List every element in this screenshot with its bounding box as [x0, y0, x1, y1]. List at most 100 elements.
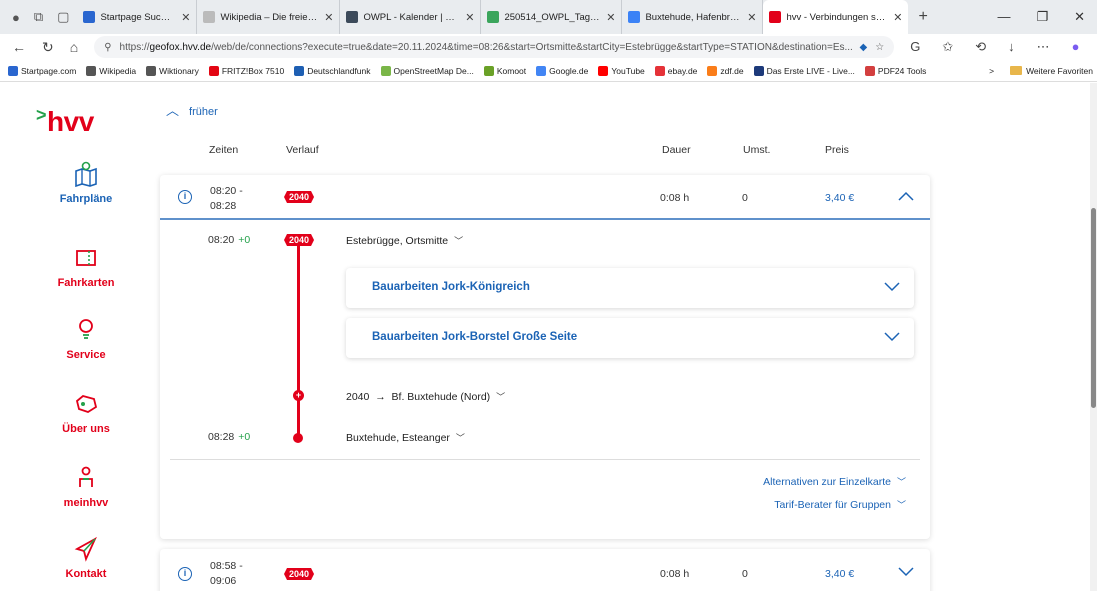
new-tab-button[interactable]: +	[908, 8, 937, 26]
close-tab-icon[interactable]: ✕	[893, 11, 902, 24]
downloads-icon[interactable]: ↓	[1008, 39, 1015, 55]
connection-price[interactable]: 3,40 €	[825, 192, 854, 204]
copilot-icon[interactable]: ●	[1072, 39, 1080, 55]
logo-chevron-icon: >	[36, 105, 47, 125]
info-icon[interactable]: i	[178, 190, 192, 204]
connection-times: 08:58 - 09:06	[210, 560, 243, 587]
expand-chevron-down-icon[interactable]	[898, 567, 914, 577]
bookmark-label: YouTube	[611, 65, 645, 76]
bookmark-item[interactable]: Wiktionary	[146, 65, 199, 76]
minimize-icon[interactable]: —	[997, 9, 1010, 25]
nav-item-service[interactable]: Service	[44, 317, 128, 361]
bookmark-item[interactable]: Startpage.com	[8, 65, 77, 76]
bookmark-item[interactable]: YouTube	[598, 65, 645, 76]
close-tab-icon[interactable]: ✕	[181, 11, 190, 24]
back-icon[interactable]: ←	[12, 39, 26, 55]
browser-tab[interactable]: OWPL - Kalender | Kalender ✕	[340, 0, 482, 34]
bookmark-favicon-icon	[294, 65, 305, 76]
connection-changes: 0	[742, 568, 748, 580]
nav-item-meinhvv[interactable]: meinhvv	[44, 465, 128, 509]
earlier-connections-link[interactable]: ︿ früher	[166, 100, 218, 119]
bookmark-item[interactable]: FRITZ!Box 7510	[208, 65, 284, 76]
bus-line-badge: 2040	[284, 568, 315, 580]
tab-title: hvv - Verbindungen suchen	[786, 11, 887, 23]
browser-tab[interactable]: 250514_OWPL_Tag des Was ✕	[481, 0, 623, 34]
bookmark-item[interactable]: ebay.de	[654, 65, 697, 76]
bookmark-label: OpenStreetMap De...	[393, 65, 474, 76]
bookmark-item[interactable]: Wikipedia	[86, 65, 136, 76]
hvv-logo[interactable]: >hvv	[36, 105, 94, 138]
notice-title: Bauarbeiten Jork-Königreich	[372, 281, 530, 293]
person-icon	[79, 466, 93, 487]
column-header-times: Zeiten	[209, 144, 239, 156]
info-icon[interactable]: i	[178, 567, 192, 581]
bookmark-item[interactable]: PDF24 Tools	[864, 65, 926, 76]
close-tab-icon[interactable]: ✕	[606, 11, 615, 24]
profile-icon[interactable]: ●	[12, 10, 20, 25]
browser-tab-active[interactable]: hvv - Verbindungen suchen ✕	[763, 0, 909, 34]
extensions-icon[interactable]: G	[910, 39, 920, 55]
bookmark-item[interactable]: OpenStreetMap De...	[380, 65, 474, 76]
nav-item-ueber-uns[interactable]: Über uns	[44, 391, 128, 435]
close-window-icon[interactable]: ✕	[1074, 9, 1085, 25]
end-stop-name[interactable]: Buxtehude, Esteanger ﹀	[346, 431, 465, 444]
bookmark-label: Startpage.com	[21, 65, 77, 76]
start-stop-name[interactable]: Estebrügge, Ortsmitte ﹀	[346, 234, 463, 247]
bookmarks-folder[interactable]: > Weitere Favoriten	[989, 66, 1097, 76]
bookmark-label: Google.de	[549, 65, 589, 76]
bookmark-favicon-icon	[8, 65, 18, 76]
url-field[interactable]: ⚲ https://geofox.hvv.de/web/de/connectio…	[94, 36, 895, 58]
overflow-chevron-icon[interactable]: >	[989, 66, 994, 76]
connection-price[interactable]: 3,40 €	[825, 568, 854, 580]
history-icon[interactable]: ⟲	[975, 39, 986, 55]
tab-actions-icon[interactable]: ▢	[57, 9, 69, 25]
close-tab-icon[interactable]: ✕	[465, 11, 474, 24]
browser-tab[interactable]: Buxtehude, Hafenbrücke - G ✕	[622, 0, 764, 34]
site-info-icon[interactable]: ⚲	[104, 42, 111, 53]
nav-item-fahrkarten[interactable]: Fahrkarten	[44, 245, 128, 289]
restore-icon[interactable]: ❐	[1036, 9, 1048, 25]
scrollbar-thumb[interactable]	[1091, 208, 1096, 408]
hvv-favicon-icon	[769, 11, 782, 23]
route-line	[297, 241, 300, 438]
favorite-star-icon[interactable]: ☆	[875, 42, 884, 53]
nav-item-kontakt[interactable]: Kontakt	[44, 536, 128, 580]
bookmark-item[interactable]: Das Erste LIVE - Live...	[753, 65, 855, 76]
window-controls: — ❐ ✕	[997, 9, 1097, 25]
connection-card-collapsed[interactable]: i 08:58 - 09:06 2040 0:08 h 0 3,40 €	[160, 549, 930, 591]
close-tab-icon[interactable]: ✕	[747, 11, 756, 24]
nav-label: meinhvv	[63, 497, 109, 509]
bookmark-item[interactable]: zdf.de	[707, 65, 744, 76]
bookmark-item[interactable]: Google.de	[536, 65, 589, 76]
more-menu-icon[interactable]: ⋯	[1037, 39, 1050, 55]
line-direction[interactable]: 2040 → Bf. Buxtehude (Nord) ﹀	[346, 390, 505, 403]
expand-chevron-down-icon[interactable]	[884, 328, 900, 344]
section-divider	[170, 459, 920, 460]
reload-icon[interactable]: ↻	[42, 39, 54, 56]
collapse-chevron-up-icon[interactable]	[898, 191, 914, 201]
column-header-price: Preis	[825, 144, 849, 156]
browser-tab[interactable]: Wikipedia – Die freie Enzykl ✕	[197, 0, 341, 34]
close-tab-icon[interactable]: ✕	[324, 11, 333, 24]
tariff-advisor-link[interactable]: Tarif-Berater für Gruppen ﹀	[774, 498, 906, 511]
alternatives-link[interactable]: Alternativen zur Einzelkarte ﹀	[763, 475, 906, 488]
construction-notice[interactable]: Bauarbeiten Jork-Borstel Große Seite	[346, 318, 914, 358]
home-icon[interactable]: ⌂	[70, 39, 78, 55]
favorites-icon[interactable]: ✩	[942, 39, 953, 55]
page-scrollbar[interactable]	[1090, 83, 1097, 591]
chevron-down-icon: ﹀	[896, 477, 906, 487]
shopping-tag-icon[interactable]: ◆	[860, 42, 868, 53]
bookmark-item[interactable]: Komoot	[483, 65, 526, 76]
page-content: >hvv Fahrpläne Fahrkarten Service Über u…	[0, 83, 1090, 591]
bookmark-favicon-icon	[536, 65, 547, 76]
start-stop-time: 08:20 +0	[208, 234, 251, 246]
bookmark-item[interactable]: Deutschlandfunk	[294, 65, 371, 76]
wikipedia-icon	[203, 11, 216, 23]
expand-chevron-down-icon[interactable]	[884, 278, 900, 294]
browser-tab[interactable]: Startpage Suchergebnisse ✕	[77, 0, 198, 34]
workspaces-icon[interactable]: ⧉	[34, 9, 43, 25]
tab-bar-left-controls: ● ⧉ ▢	[0, 9, 77, 25]
construction-notice[interactable]: Bauarbeiten Jork-Königreich	[346, 268, 914, 308]
nav-item-fahrplaene[interactable]: Fahrpläne	[44, 161, 128, 205]
bookmark-favicon-icon	[208, 65, 219, 76]
